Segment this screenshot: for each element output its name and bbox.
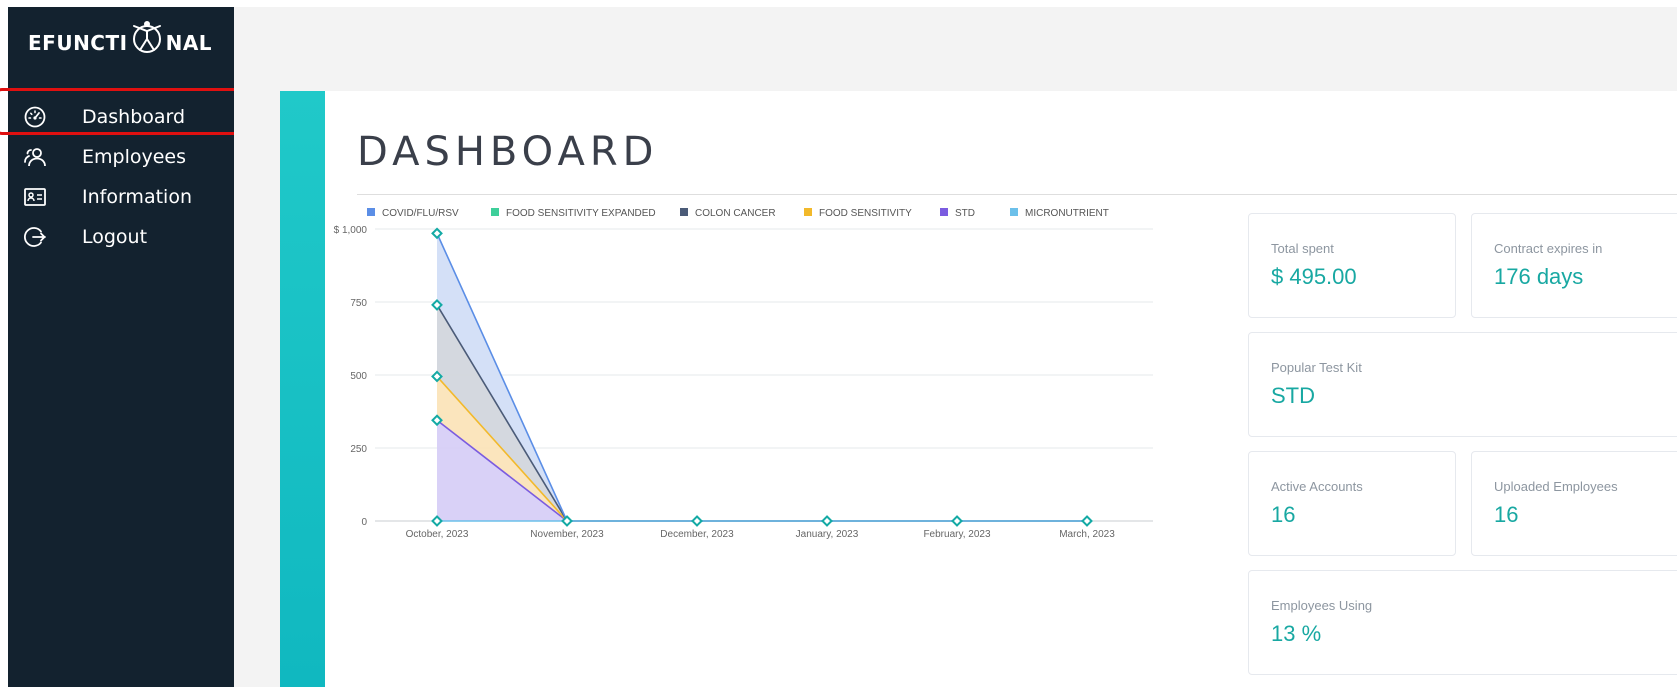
uploaded-employees-card: Uploaded Employees 16	[1471, 451, 1677, 556]
legend-label: STD	[955, 208, 975, 219]
card-label: Popular Test Kit	[1271, 360, 1362, 375]
y-tick-label: 500	[350, 371, 367, 382]
sidebar-item-label: Dashboard	[82, 106, 186, 128]
x-tick-label: October, 2023	[406, 529, 469, 540]
legend-label: COVID/FLU/RSV	[382, 208, 459, 219]
sidebar-item-logout[interactable]: Logout	[8, 217, 234, 257]
card-label: Uploaded Employees	[1494, 479, 1618, 494]
logo-text-right: NAL	[165, 31, 213, 55]
chart-svg: 0 250 500 750 $ 1,000 October, 2023 November, …	[334, 208, 1153, 540]
accent-strip	[280, 91, 325, 687]
legend-label: COLON CANCER	[695, 208, 776, 219]
x-tick-label: November, 2023	[530, 529, 604, 540]
sidebar-item-dashboard[interactable]: Dashboard	[8, 97, 234, 137]
sidebar-item-label: Logout	[82, 226, 148, 248]
y-tick-label: $ 1,000	[334, 225, 368, 236]
sidebar-item-label: Information	[82, 186, 192, 208]
logout-icon	[22, 224, 48, 250]
legend-swatch	[680, 208, 688, 216]
sidebar: EFUNCTI NAL Dashboard Employees Informat…	[8, 7, 234, 687]
legend-label: FOOD SENSITIVITY EXPANDED	[506, 208, 656, 219]
x-tick-label: March, 2023	[1059, 529, 1115, 540]
top-bar	[234, 7, 1677, 91]
x-tick-label: December, 2023	[660, 529, 734, 540]
sidebar-item-label: Employees	[82, 146, 186, 168]
page-title: DASHBOARD	[357, 129, 659, 175]
data-point	[1081, 515, 1093, 527]
total-spent-card: Total spent $ 495.00	[1248, 213, 1456, 318]
x-tick-label: February, 2023	[923, 529, 991, 540]
legend-label: FOOD SENSITIVITY	[819, 208, 912, 219]
divider	[357, 194, 1677, 195]
legend-swatch	[367, 208, 375, 216]
active-accounts-card: Active Accounts 16	[1248, 451, 1456, 556]
sidebar-item-information[interactable]: Information	[8, 177, 234, 217]
logo-text-left: EFUNCTI	[28, 31, 128, 55]
popular-test-kit-card: Popular Test Kit STD	[1248, 332, 1677, 437]
sidebar-nav: Dashboard Employees Information Logout	[8, 97, 234, 257]
card-value: 16	[1271, 502, 1296, 527]
legend-label: MICRONUTRIENT	[1025, 208, 1109, 219]
id-card-icon	[22, 184, 48, 210]
data-point	[821, 515, 833, 527]
main-content: DASHBOARD 0 250 500 750 $ 1,000 October, 2023…	[325, 91, 1677, 687]
card-value: STD	[1271, 383, 1315, 408]
data-point	[951, 515, 963, 527]
card-label: Active Accounts	[1271, 479, 1363, 494]
y-tick-label: 250	[350, 444, 367, 455]
users-icon	[22, 144, 48, 170]
data-point	[691, 515, 703, 527]
spending-chart: 0 250 500 750 $ 1,000 October, 2023 November, …	[325, 201, 1240, 687]
card-value: 13 %	[1271, 621, 1322, 646]
card-value: 16	[1494, 502, 1519, 527]
logo-figure-icon	[132, 21, 161, 53]
contract-card: Contract expires in 176 days	[1471, 213, 1677, 318]
app-page: EFUNCTI NAL Dashboard Employees Informat…	[0, 0, 1677, 687]
content-gutter	[234, 91, 280, 687]
logo[interactable]: EFUNCTI NAL	[28, 19, 212, 67]
card-label: Contract expires in	[1494, 241, 1603, 256]
legend-swatch	[940, 208, 948, 216]
legend-swatch	[804, 208, 812, 216]
card-value: 176 days	[1494, 264, 1584, 289]
dashboard-gauge-icon	[22, 104, 48, 130]
y-tick-label: 0	[361, 517, 367, 528]
sidebar-item-employees[interactable]: Employees	[8, 137, 234, 177]
card-label: Employees Using	[1271, 598, 1373, 613]
card-value: $ 495.00	[1271, 264, 1357, 289]
data-point	[431, 227, 443, 240]
legend-swatch	[1010, 208, 1018, 216]
legend-swatch	[491, 208, 499, 216]
y-tick-label: 750	[350, 298, 367, 309]
employees-using-card: Employees Using 13 %	[1248, 570, 1677, 675]
card-label: Total spent	[1271, 241, 1334, 256]
x-tick-label: January, 2023	[796, 529, 859, 540]
